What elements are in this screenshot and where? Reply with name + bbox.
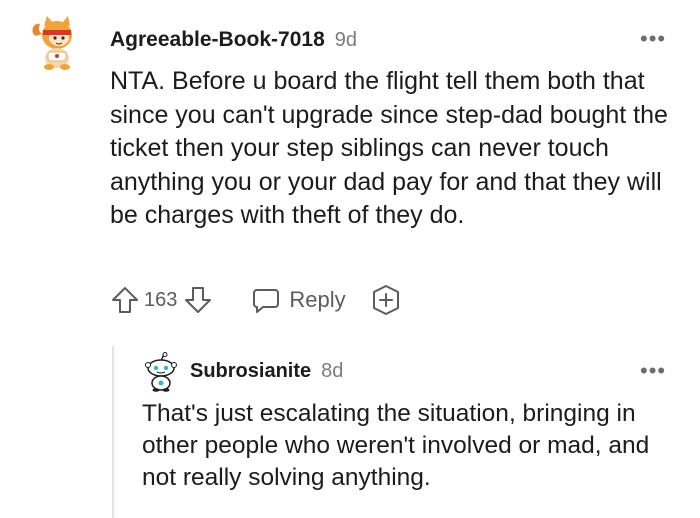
reply-button[interactable]: Reply xyxy=(251,285,346,315)
award-icon xyxy=(372,285,399,315)
award-button[interactable] xyxy=(370,284,402,316)
upvote-arrow-icon xyxy=(112,287,138,313)
comment-meta: Subrosianite 8d xyxy=(190,360,343,383)
comment-meta: Agreeable-Book-7018 9d xyxy=(110,28,357,52)
username-link[interactable]: Agreeable-Book-7018 xyxy=(110,28,325,52)
downvote-button[interactable] xyxy=(183,285,213,315)
comment-bubble-icon xyxy=(253,289,280,313)
comment-actions: 163 Reply xyxy=(110,282,402,318)
comment-body: NTA. Before u board the flight tell them… xyxy=(110,67,668,229)
downvote-arrow-icon xyxy=(185,287,212,313)
upvote-button[interactable] xyxy=(110,285,140,315)
thread-line[interactable] xyxy=(112,346,114,518)
more-options-button[interactable]: ••• xyxy=(640,28,666,50)
username-link[interactable]: Subrosianite xyxy=(190,360,311,383)
snoo-avatar-icon xyxy=(145,352,177,392)
more-options-button[interactable]: ••• xyxy=(640,360,666,382)
reply-label: Reply xyxy=(289,287,346,312)
comment-age: 8d xyxy=(321,360,344,382)
user-avatar[interactable] xyxy=(144,352,178,392)
cat-avatar-icon xyxy=(32,16,72,70)
comment-body: That's just escalating the situation, br… xyxy=(142,400,650,491)
vote-score: 163 xyxy=(144,288,178,311)
user-avatar[interactable] xyxy=(30,14,80,70)
comment-age: 9d xyxy=(334,29,357,51)
